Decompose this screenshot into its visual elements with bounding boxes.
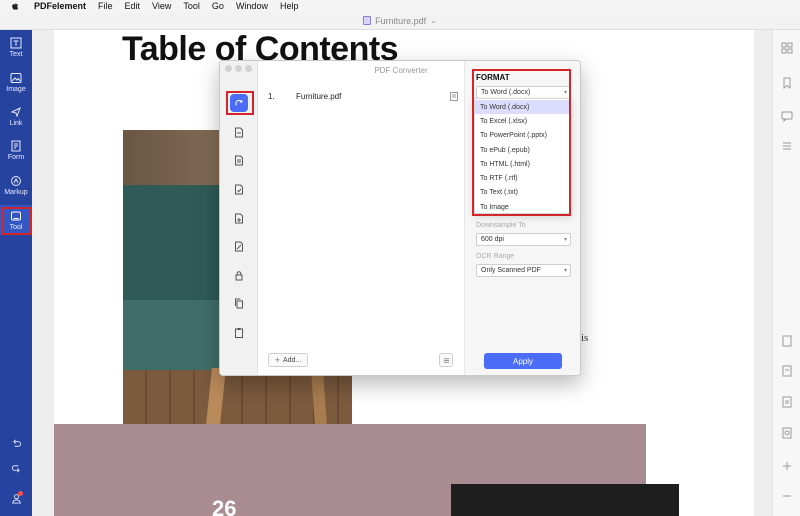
redo-icon [11,464,20,472]
text-icon [10,37,22,48]
clipboard-tool-button[interactable] [232,325,246,339]
page-settings-icon[interactable] [781,335,793,347]
file-index: 1. [268,91,275,101]
menu-lines-icon[interactable] [781,140,793,152]
chevron-down-icon[interactable]: ⌄ [430,16,437,25]
menu-go[interactable]: Go [212,1,224,11]
chevron-down-icon: ▾ [563,268,567,274]
copy-icon [235,298,243,308]
document-icon [235,241,243,251]
file-list: 1. Furniture.pdf + Add... [258,79,464,375]
menu-bar: PDFelement File Edit View Tool Go Window… [0,0,800,12]
downsample-select[interactable]: 600 dpi ▾ [476,233,571,246]
dark-photo-block [451,484,679,516]
page-export-icon[interactable] [781,396,793,408]
document-icon [235,155,243,165]
file-name: Furniture.pdf [296,91,342,101]
sidebar-item-label: Text [9,50,23,58]
right-panel-rail [772,30,800,516]
ocr-tool-button[interactable] [232,182,246,196]
menu-tool[interactable]: Tool [183,1,200,11]
highlight-format-section [472,69,571,216]
add-file-label: Add... [282,356,302,364]
combine-tool-button[interactable] [232,125,246,139]
list-icon [443,357,449,363]
menu-app-name[interactable]: PDFelement [34,1,86,11]
left-toolbar: Text Image Link Form Markup Tool [0,30,32,516]
list-view-button[interactable] [439,353,453,367]
pdf-file-icon [363,16,372,25]
clipboard-icon [235,327,243,338]
sidebar-item-link[interactable]: Link [0,101,32,131]
ocr-range-select-value: Only Scanned PDF [481,267,541,274]
sidebar-item-label: Link [9,119,23,127]
downsample-select-value: 600 dpi [481,236,504,243]
compress-tool-button[interactable] [232,153,246,167]
form-icon [11,140,21,151]
window-title[interactable]: Furniture.pdf [375,16,426,26]
link-icon [10,106,21,117]
sidebar-item-text[interactable]: Text [0,32,32,62]
ocr-range-label: OCR Range [476,253,515,260]
sidebar-item-label: Image [6,85,26,93]
menu-help[interactable]: Help [280,1,299,11]
encrypt-tool-button[interactable] [232,268,246,282]
sidebar-item-image[interactable]: Image [0,67,32,97]
thumbnails-icon[interactable] [781,42,793,54]
menu-file[interactable]: File [98,1,113,11]
comment-icon[interactable] [781,110,793,123]
body-text-fragment: is [581,332,589,344]
notification-dot [18,491,23,496]
downsample-label: Downsample To [476,222,526,229]
menu-view[interactable]: View [152,1,171,11]
chevron-down-icon: ▾ [563,237,567,243]
window-titlebar: Furniture.pdf ⌄ [0,12,800,30]
copy-tool-button[interactable] [232,296,246,310]
page-view-icon[interactable] [781,365,793,377]
file-settings-icon[interactable] [450,91,458,101]
crop-tool-button[interactable] [232,211,246,225]
menu-edit[interactable]: Edit [125,1,141,11]
page-number: 26 [212,496,237,516]
plus-icon: + [274,355,280,365]
markup-icon [11,175,21,186]
highlight-tool-sidebar [1,207,31,235]
batch-tool-button[interactable] [232,239,246,253]
apply-button[interactable]: Apply [484,353,562,369]
sidebar-item-label: Markup [4,188,28,196]
add-file-button[interactable]: + Add... [268,353,308,367]
page-image-icon[interactable] [781,427,793,439]
sidebar-item-label: Form [7,153,25,161]
zoom-out-icon[interactable] [781,490,793,502]
document-icon [235,184,243,194]
bookmark-icon[interactable] [781,77,793,90]
lock-icon [235,270,243,280]
redo-button[interactable] [0,460,32,476]
apple-icon[interactable] [10,1,20,11]
account-button[interactable] [0,490,32,506]
sidebar-item-markup[interactable]: Markup [0,170,32,200]
image-icon [10,72,22,83]
document-icon [235,213,243,223]
sidebar-item-form[interactable]: Form [0,135,32,165]
undo-button[interactable] [0,435,32,451]
document-icon [235,127,243,137]
zoom-in-icon[interactable] [781,460,793,472]
highlight-convert-tool [226,91,254,115]
undo-icon [12,439,21,447]
list-item[interactable]: 1. Furniture.pdf [268,89,458,103]
menu-window[interactable]: Window [236,1,268,11]
ocr-range-select[interactable]: Only Scanned PDF ▾ [476,264,571,277]
